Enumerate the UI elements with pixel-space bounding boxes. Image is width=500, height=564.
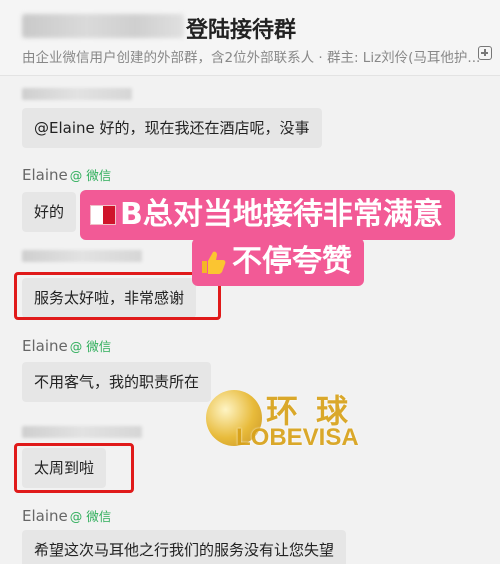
blurred-sender — [22, 250, 142, 262]
overlay-banner: 不停夸赞 — [192, 238, 364, 286]
highlight-box — [14, 272, 221, 320]
message-bubble[interactable]: 不用客气，我的职责所在 — [22, 362, 212, 402]
wechat-tag: @ 微信 — [69, 168, 112, 183]
overlay-line2: 不停夸赞 — [232, 244, 352, 279]
message-bubble[interactable]: 好的 — [22, 192, 77, 232]
overlay-banner: B总对当地接待非常满意 — [80, 190, 455, 240]
chat-header: 登陆接待群 由企业微信用户创建的外部群，含2位外部联系人 · 群主: Liz刘伶… — [0, 0, 500, 76]
wechat-tag: @ 微信 — [69, 339, 112, 354]
sender-name: Elaine — [22, 166, 68, 184]
sender-name: Elaine — [22, 507, 68, 525]
more-info-icon[interactable] — [478, 46, 492, 60]
message-bubble[interactable]: 希望这次马耳他之行我们的服务没有让您失望 — [22, 530, 347, 564]
message-sender: Elaine @ 微信 — [22, 336, 111, 355]
highlight-box — [14, 443, 134, 493]
blurred-sender — [22, 426, 142, 438]
malta-flag-icon — [90, 205, 116, 225]
group-title: 登陆接待群 — [186, 18, 297, 43]
group-subtitle: 由企业微信用户创建的外部群，含2位外部联系人 · 群主: Liz刘伶(马耳他护.… — [22, 50, 481, 66]
overlay-line1: B总对当地接待非常满意 — [120, 197, 443, 232]
sender-name: Elaine — [22, 337, 68, 355]
watermark-en: LOBEVISA — [236, 424, 359, 451]
blurred-sender — [22, 88, 132, 100]
message-bubble[interactable]: @Elaine 好的，现在我还在酒店呢，没事 — [22, 108, 322, 148]
message-sender: Elaine @ 微信 — [22, 165, 111, 184]
globevisa-watermark: 环球 LOBEVISA — [206, 386, 386, 456]
wechat-tag: @ 微信 — [69, 509, 112, 524]
message-sender: Elaine @ 微信 — [22, 506, 111, 525]
blurred-group-prefix — [22, 14, 184, 38]
thumbs-up-icon — [198, 247, 228, 277]
